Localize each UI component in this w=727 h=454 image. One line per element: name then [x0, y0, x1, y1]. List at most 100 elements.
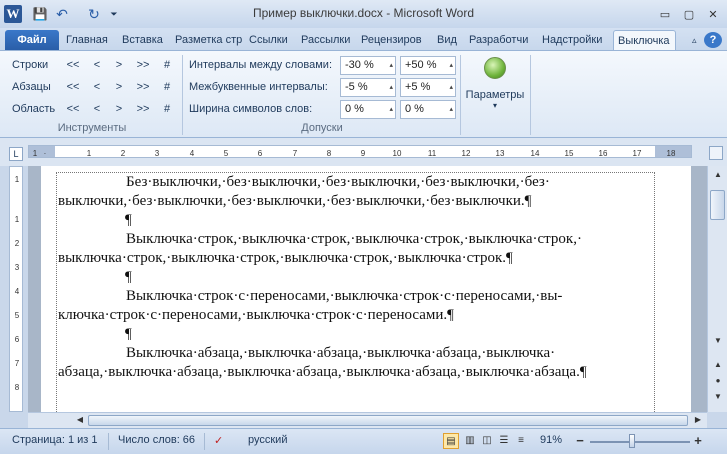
zoom-slider-thumb[interactable] [629, 434, 635, 448]
horizontal-ruler[interactable]: 1 · 1 2 3 4 5 6 7 8 9 10 11 12 13 14 15 … [28, 145, 692, 158]
area-next-button[interactable]: > [112, 103, 126, 115]
next-page-icon[interactable]: ▼ [711, 390, 725, 404]
restore-icon[interactable]: ▢ [680, 6, 698, 22]
outline-icon[interactable]: ☰ [496, 433, 512, 449]
scroll-down-icon[interactable]: ▼ [711, 334, 725, 348]
scroll-right-icon[interactable]: ▶ [692, 413, 704, 427]
tab-selector-button[interactable]: L [9, 147, 23, 161]
ruler-tick: 7 [14, 359, 20, 368]
tab-file[interactable]: Файл [5, 30, 59, 50]
group-separator [530, 55, 531, 135]
previous-page-icon[interactable]: ▲ [711, 358, 725, 372]
word-spacing-max-field[interactable]: +50 % ▴ [400, 56, 456, 75]
horizontal-scrollbar[interactable]: ◀ ▶ [28, 412, 707, 428]
document-area[interactable]: Без·выключки,·без·выключки,·без·выключки… [28, 166, 707, 412]
spellcheck-icon[interactable]: ✓ [214, 434, 223, 447]
minimize-icon[interactable]: ▭ [656, 6, 674, 22]
ruler-tick: 8 [14, 383, 20, 392]
rows-prev-button[interactable]: < [90, 59, 104, 71]
letter-spacing-min-field[interactable]: -5 % ▴ [340, 78, 396, 97]
paragraphs-last-button[interactable]: >> [134, 81, 152, 93]
rows-next-button[interactable]: > [112, 59, 126, 71]
ruler-tick: 1 [14, 215, 20, 224]
area-number-button[interactable]: # [160, 103, 174, 115]
zoom-in-icon[interactable]: + [690, 433, 706, 449]
char-width-max-field[interactable]: 0 % ▴ [400, 100, 456, 119]
paragraphs-prev-button[interactable]: < [90, 81, 104, 93]
collapse-ribbon-icon[interactable]: ▵ [688, 30, 702, 50]
ruler-tick: 1 [32, 149, 38, 158]
tab-addins[interactable]: Надстройки [538, 30, 612, 50]
ruler-tick: 10 [392, 149, 402, 158]
char-width-min-field[interactable]: 0 % ▴ [340, 100, 396, 119]
word-spacing-label: Интервалы между словами: [189, 59, 332, 71]
print-layout-icon[interactable]: ▤ [443, 433, 459, 449]
scroll-up-icon[interactable]: ▲ [711, 168, 725, 182]
tab-justification[interactable]: Выключка [613, 30, 676, 50]
text-area[interactable]: Без·выключки,·без·выключки,·без·выключки… [56, 172, 655, 412]
web-layout-icon[interactable]: ◫ [479, 433, 495, 449]
tab-review[interactable]: Рецензиров [357, 30, 431, 50]
spin-arrows-icon[interactable]: ▴ [449, 79, 453, 96]
tab-developer[interactable]: Разработчи [465, 30, 537, 50]
ruler-tick: 2 [14, 239, 20, 248]
spin-arrows-icon[interactable]: ▴ [389, 57, 393, 74]
area-first-button[interactable]: << [64, 103, 82, 115]
spin-arrows-icon[interactable]: ▴ [449, 101, 453, 118]
char-width-min-value: 0 % [345, 103, 364, 115]
paragraph-hyphenated-justification[interactable]: Выключка·строк·с·переносами,·выключка·ст… [57, 287, 654, 325]
page[interactable]: Без·выключки,·без·выключки,·без·выключки… [41, 166, 691, 412]
paragraph-mark: ¶ [125, 326, 132, 342]
parameters-button[interactable]: Параметры ▾ [463, 53, 527, 119]
tab-home[interactable]: Главная [62, 30, 116, 50]
zoom-level[interactable]: 91% [540, 434, 562, 446]
paragraphs-number-button[interactable]: # [160, 81, 174, 93]
ruler-tick: 11 [427, 149, 437, 158]
rows-number-button[interactable]: # [160, 59, 174, 71]
spin-arrows-icon[interactable]: ▴ [449, 57, 453, 74]
status-bar: Страница: 1 из 1 Число слов: 66 ✓ русски… [0, 428, 727, 454]
spin-arrows-icon[interactable]: ▴ [389, 101, 393, 118]
status-separator [204, 433, 205, 450]
help-icon[interactable]: ? [704, 32, 722, 48]
scroll-left-icon[interactable]: ◀ [74, 413, 86, 427]
rows-last-button[interactable]: >> [134, 59, 152, 71]
tolerances-group-title: Допуски [301, 122, 343, 134]
zoom-slider[interactable] [590, 441, 690, 443]
browse-object-icon[interactable]: ● [711, 374, 725, 388]
word-spacing-min-field[interactable]: -30 % ▴ [340, 56, 396, 75]
chevron-down-icon: ▾ [492, 101, 497, 110]
tab-references[interactable]: Ссылки [245, 30, 295, 50]
paragraph-no-justification[interactable]: Без·выключки,·без·выключки,·без·выключки… [57, 173, 654, 211]
view-ruler-icon[interactable] [709, 146, 723, 160]
language-indicator[interactable]: русский [248, 434, 287, 446]
zoom-out-icon[interactable]: − [572, 433, 588, 449]
tab-view[interactable]: Вид [433, 30, 463, 50]
rows-first-button[interactable]: << [64, 59, 82, 71]
full-screen-reading-icon[interactable]: ▥ [462, 433, 478, 449]
close-icon[interactable]: ✕ [704, 6, 722, 22]
ruler-tick: 12 [461, 149, 471, 158]
paragraphs-next-button[interactable]: > [112, 81, 126, 93]
tab-mailings[interactable]: Рассылки [297, 30, 355, 50]
tab-insert[interactable]: Вставка [118, 30, 170, 50]
area-prev-button[interactable]: < [90, 103, 104, 115]
area-last-button[interactable]: >> [134, 103, 152, 115]
vertical-scroll-thumb[interactable] [710, 190, 725, 220]
tab-page-layout[interactable]: Разметка стр [171, 30, 244, 50]
page-count[interactable]: Страница: 1 из 1 [12, 434, 98, 446]
word-count[interactable]: Число слов: 66 [118, 434, 195, 446]
letter-spacing-max-field[interactable]: +5 % ▴ [400, 78, 456, 97]
ruler-tick: 16 [598, 149, 608, 158]
ruler-tick: 6 [14, 335, 20, 344]
ruler-tick: 3 [14, 263, 20, 272]
paragraph-full-justification[interactable]: Выключка·абзаца,·выключка·абзаца,·выключ… [57, 344, 654, 382]
vertical-scrollbar[interactable]: ▲ ▼ ▲ ● ▼ [707, 166, 727, 412]
paragraphs-first-button[interactable]: << [64, 81, 82, 93]
ruler-tick: 2 [120, 149, 126, 158]
spin-arrows-icon[interactable]: ▴ [389, 79, 393, 96]
vertical-ruler[interactable]: 1 1 2 3 4 5 6 7 8 [9, 166, 23, 412]
draft-icon[interactable]: ≡ [513, 433, 529, 449]
paragraph-line-justification[interactable]: Выключка·строк,·выключка·строк,·выключка… [57, 230, 654, 268]
horizontal-scroll-thumb[interactable] [88, 415, 688, 426]
